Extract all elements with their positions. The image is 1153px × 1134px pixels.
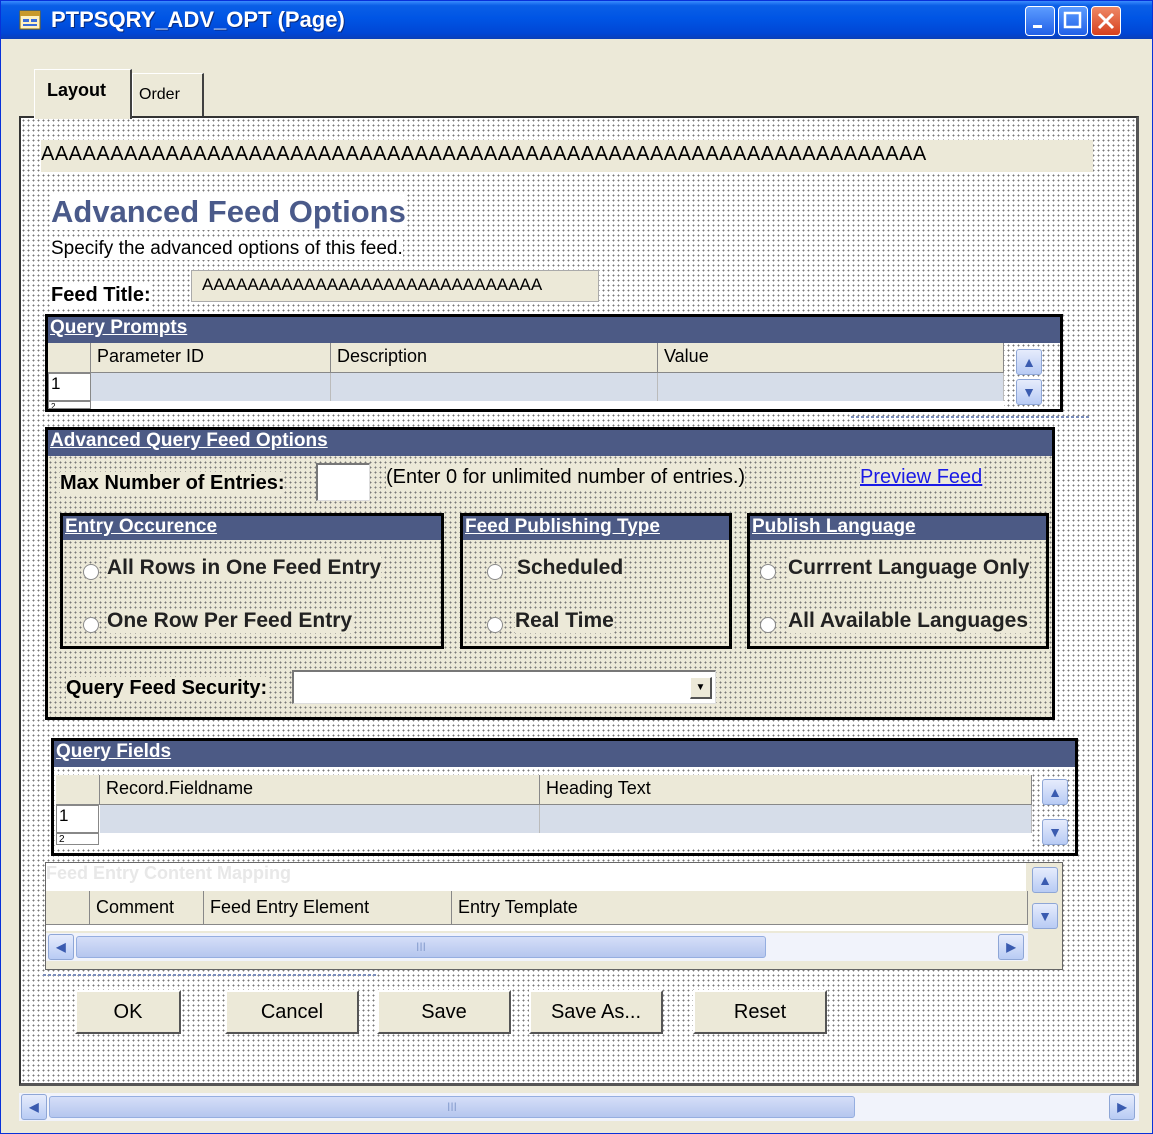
page-subheading: Specify the advanced options of this fee… (51, 238, 403, 260)
column-comment[interactable]: Comment (90, 891, 204, 925)
all-languages-label: All Available Languages (788, 609, 1029, 633)
radio-scheduled[interactable] (487, 564, 503, 580)
max-entries-input[interactable] (316, 463, 370, 501)
column-value[interactable]: Value (658, 343, 1004, 373)
maximize-button[interactable] (1058, 6, 1088, 36)
scroll-down-icon[interactable]: ▼ (1042, 819, 1068, 845)
window-title: PTPSQRY_ADV_OPT (Page) (51, 7, 345, 32)
reset-button[interactable]: Reset (693, 990, 827, 1034)
ok-button[interactable]: OK (75, 990, 181, 1034)
one-row-label: One Row Per Feed Entry (107, 609, 353, 633)
save-as-button[interactable]: Save As... (529, 990, 663, 1034)
separator (43, 974, 377, 976)
column-parameter-id[interactable]: Parameter ID (91, 343, 331, 373)
window-hscroll[interactable]: ◀ III ▶ (19, 1093, 1139, 1121)
scroll-up-icon[interactable]: ▲ (1016, 349, 1042, 375)
column-description[interactable]: Description (331, 343, 658, 373)
separator (851, 416, 1091, 418)
security-dropdown[interactable]: ▼ (292, 670, 716, 704)
row-number: 1 (48, 373, 91, 401)
page-canvas: AAAAAAAAAAAAAAAAAAAAAAAAAAAAAAAAAAAAAAAA… (19, 116, 1139, 1086)
row-number: 2 (56, 833, 99, 845)
scroll-down-icon[interactable]: ▼ (1016, 379, 1042, 405)
page-heading: Advanced Feed Options (51, 194, 406, 230)
radio-real-time[interactable] (487, 617, 503, 633)
page-icon (19, 10, 41, 30)
scroll-right-icon[interactable]: ▶ (1109, 1094, 1135, 1120)
scroll-left-icon[interactable]: ◀ (21, 1094, 47, 1120)
scroll-down-icon[interactable]: ▼ (1032, 903, 1058, 929)
content-mapping-hscroll[interactable]: ◀ III ▶ (46, 933, 1028, 961)
minimize-button[interactable] (1025, 6, 1055, 36)
cell-value[interactable] (658, 373, 1004, 401)
close-button[interactable] (1091, 6, 1121, 36)
query-prompts-grid: Query Prompts Parameter ID Description V… (45, 314, 1063, 412)
publish-language-group: Publish Language Currrent Language Only … (747, 513, 1049, 649)
max-entries-label: Max Number of Entries: (60, 472, 285, 495)
page-designer-window: PTPSQRY_ADV_OPT (Page) Layout Order AAAA… (0, 0, 1153, 1134)
radio-all-languages[interactable] (760, 617, 776, 633)
query-fields-table: Record.Fieldname Heading Text 1 2 (56, 775, 1032, 849)
tab-strip: Layout Order (1, 39, 1152, 119)
current-language-label: Currrent Language Only (788, 556, 1030, 580)
security-label: Query Feed Security: (66, 677, 268, 700)
cell-heading-text[interactable] (540, 805, 1032, 833)
scroll-right-icon[interactable]: ▶ (998, 934, 1024, 960)
column-entry-template[interactable]: Entry Template (452, 891, 1028, 925)
max-entries-hint: (Enter 0 for unlimited number of entries… (386, 466, 746, 489)
tab-layout[interactable]: Layout (34, 69, 132, 119)
content-mapping-table: Comment Feed Entry Element Entry Templat… (46, 891, 1028, 931)
row-number: 1 (56, 805, 99, 833)
radio-all-rows[interactable] (83, 564, 99, 580)
cell-description[interactable] (331, 373, 658, 401)
query-fields-grid: Query Fields Record.Fieldname Heading Te… (51, 738, 1078, 856)
scheduled-label: Scheduled (517, 556, 624, 580)
advanced-options-title: Advanced Query Feed Options (48, 430, 1052, 456)
query-prompts-title: Query Prompts (48, 317, 1060, 343)
scroll-left-icon[interactable]: ◀ (48, 934, 74, 960)
entry-occurence-group: Entry Occurence All Rows in One Feed Ent… (60, 513, 444, 649)
cell-parameter-id[interactable] (91, 373, 331, 401)
feed-title-field[interactable]: AAAAAAAAAAAAAAAAAAAAAAAAAAAAAA (191, 270, 599, 302)
scroll-thumb[interactable]: III (49, 1096, 855, 1118)
row-number: 2 (48, 401, 91, 409)
scroll-thumb[interactable]: III (76, 936, 766, 958)
query-prompts-table: Parameter ID Description Value 1 2 (48, 343, 1004, 409)
maximize-icon (1063, 11, 1082, 29)
cancel-button[interactable]: Cancel (225, 990, 359, 1034)
tab-order[interactable]: Order (132, 73, 204, 117)
row-header-corner (56, 775, 100, 805)
column-feed-entry-element[interactable]: Feed Entry Element (204, 891, 452, 925)
column-heading-text[interactable]: Heading Text (540, 775, 1032, 805)
scroll-up-icon[interactable]: ▲ (1032, 867, 1058, 893)
row-header-corner (46, 891, 90, 925)
close-icon (1097, 12, 1115, 30)
banner-field[interactable]: AAAAAAAAAAAAAAAAAAAAAAAAAAAAAAAAAAAAAAAA… (41, 140, 1093, 172)
scroll-up-icon[interactable]: ▲ (1042, 779, 1068, 805)
title-bar[interactable]: PTPSQRY_ADV_OPT (Page) (1, 1, 1152, 39)
publishing-type-title: Feed Publishing Type (463, 516, 729, 540)
feed-title-label: Feed Title: (51, 284, 151, 307)
publishing-type-group: Feed Publishing Type Scheduled Real Time (460, 513, 732, 649)
preview-feed-link[interactable]: Preview Feed (860, 466, 983, 489)
query-fields-title: Query Fields (54, 741, 1075, 767)
advanced-options-group: Advanced Query Feed Options Max Number o… (45, 427, 1055, 720)
radio-one-row[interactable] (83, 617, 99, 633)
all-rows-label: All Rows in One Feed Entry (107, 556, 382, 580)
publish-language-title: Publish Language (750, 516, 1046, 540)
radio-current-language[interactable] (760, 564, 776, 580)
save-button[interactable]: Save (377, 990, 511, 1034)
entry-occurence-title: Entry Occurence (63, 516, 441, 540)
content-mapping-grid: Feed Entry Content Mapping Comment Feed … (45, 862, 1063, 970)
cell-record-fieldname[interactable] (100, 805, 540, 833)
row-header-corner (48, 343, 91, 373)
content-mapping-title: Feed Entry Content Mapping (46, 863, 1026, 891)
chevron-down-icon[interactable]: ▼ (690, 677, 712, 699)
column-record-fieldname[interactable]: Record.Fieldname (100, 775, 540, 805)
minimize-icon (1033, 25, 1042, 28)
real-time-label: Real Time (515, 609, 614, 633)
